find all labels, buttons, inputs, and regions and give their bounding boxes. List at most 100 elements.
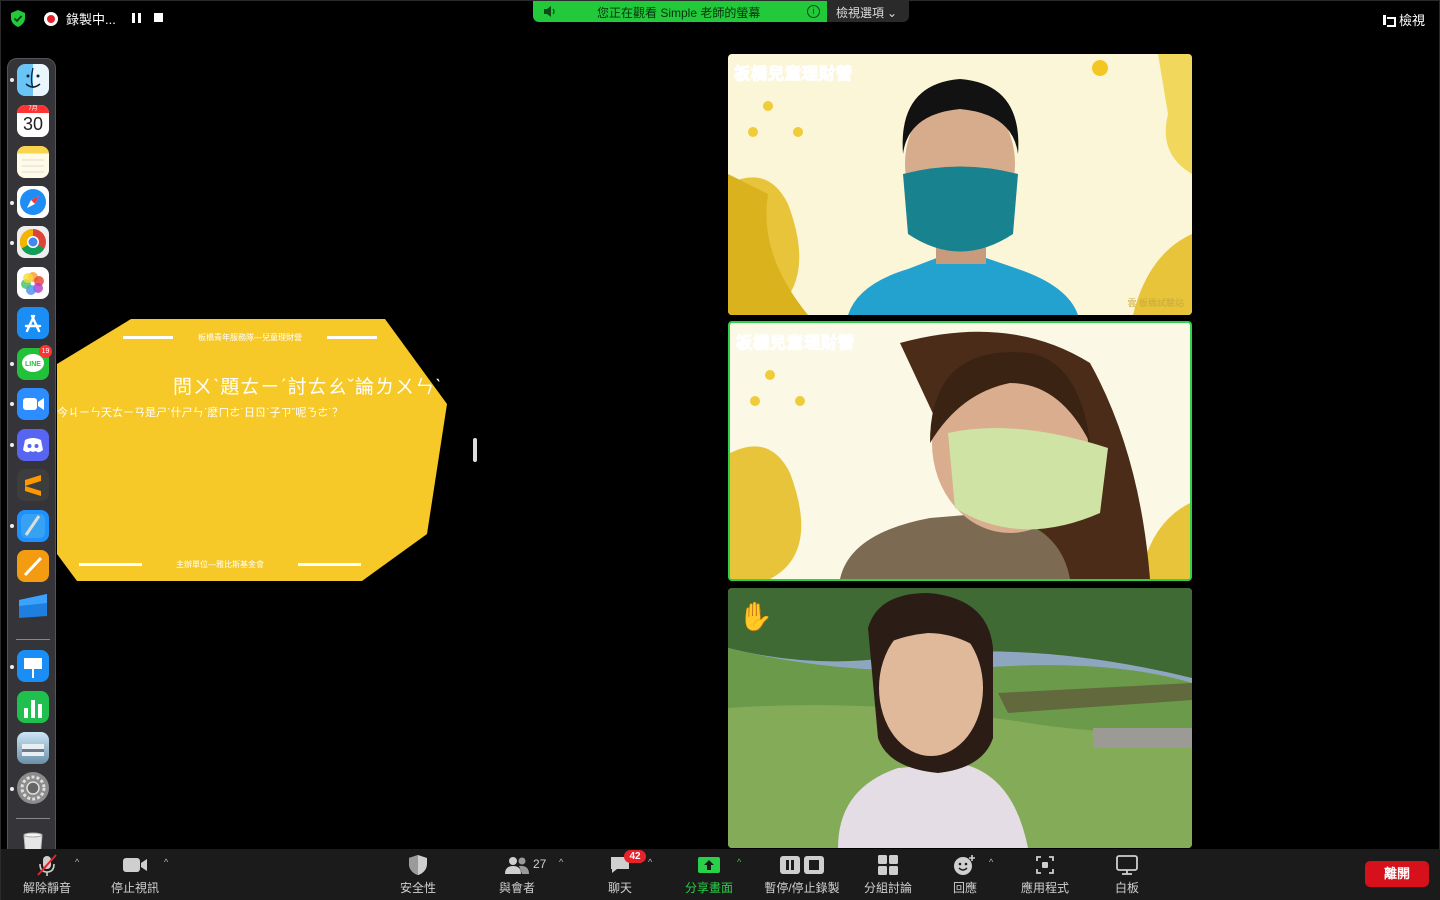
apps-icon — [1018, 853, 1072, 877]
discord-icon[interactable] — [17, 429, 49, 461]
share-options-caret-icon[interactable]: ^ — [737, 857, 745, 867]
dock-separator — [16, 818, 50, 819]
tile-corner-text: 雲 板橋試驗站 — [1127, 298, 1184, 308]
zoom-meeting-window: 錄製中... 您正在觀看 Simple 老師的螢幕 i 檢視選項 ⌄ 檢視 7月 … — [0, 0, 1440, 900]
apps-button[interactable]: 應用程式 — [1018, 853, 1072, 899]
muted-microphone-icon — [19, 853, 75, 877]
tile-banner-text: 板橋兒童理財營 — [735, 335, 856, 353]
apps-label: 應用程式 — [1020, 881, 1069, 895]
split-view-resize-handle[interactable] — [473, 438, 477, 462]
chat-options-caret-icon[interactable]: ^ — [648, 857, 656, 867]
tile-banner-text: 板橋兒童理財營 — [733, 66, 854, 84]
view-options-label: 檢視選項 — [836, 6, 885, 20]
window-manager-icon[interactable] — [17, 590, 49, 622]
numbers-icon[interactable] — [17, 691, 49, 723]
running-indicator — [10, 402, 14, 406]
security-label: 安全性 — [399, 881, 436, 895]
chat-label: 聊天 — [607, 881, 632, 895]
stop-video-button[interactable]: 停止視訊 — [107, 853, 163, 899]
active-speaker-video-tile[interactable]: 板橋兒童理財營 — [728, 321, 1192, 581]
share-banner-text: 您正在觀看 Simple 老師的螢幕 — [597, 6, 761, 20]
breakout-rooms-button[interactable]: 分組討論 — [861, 853, 915, 899]
view-options-button[interactable]: 檢視選項 ⌄ — [827, 1, 909, 22]
running-indicator — [10, 78, 14, 82]
notes-icon[interactable] — [17, 146, 49, 178]
recording-controls-label: 暫停/停止錄製 — [764, 881, 840, 895]
unmute-button[interactable]: 解除靜音 — [19, 853, 75, 899]
slide-header: 板橋青年服務隊—兒童理財營 — [123, 332, 377, 343]
meeting-controls-toolbar: 解除靜音 ^ 停止視訊 ^ 安全性 27 與會者 ^ 聊天 ^ 分享畫面 ^ 暫… — [1, 849, 1440, 900]
participants-count: 27 — [533, 857, 547, 871]
raised-hand-reaction: ✋ — [738, 601, 773, 632]
smiley-plus-icon — [948, 853, 982, 877]
pause-recording-icon[interactable] — [132, 13, 141, 23]
chrome-icon[interactable] — [17, 226, 49, 258]
preview-icon[interactable] — [17, 732, 49, 764]
whiteboard-button[interactable]: 白板 — [1111, 853, 1143, 899]
calendar-day: 30 — [22, 114, 44, 134]
slide-question: 今ㄐㄧㄣ天ㄊㄧㄢ是ㄕˋ什ㄕㄣˊ麼ㄇㄜ˙日ㄖˋ子ㄗˇ呢ㄋㄜ˙？ — [57, 407, 343, 419]
participants-icon: 27 — [493, 853, 546, 877]
slide-octagon-shape — [57, 319, 447, 581]
participant-video-tile[interactable]: ✋ — [728, 588, 1192, 848]
running-indicator — [10, 362, 14, 366]
shared-screen-slide — [57, 304, 471, 597]
pages-icon[interactable] — [17, 550, 49, 582]
slide-footer-text: 主辦單位—雅比斯基金會 — [176, 560, 264, 569]
keynote-icon[interactable] — [17, 650, 49, 682]
share-screen-button[interactable]: 分享畫面 — [683, 853, 735, 899]
breakout-rooms-icon — [861, 853, 915, 877]
participant-video-tile[interactable]: 板橋兒童理財營 雲 板橋試驗站 — [728, 54, 1192, 315]
app-store-icon[interactable] — [17, 307, 49, 339]
running-indicator — [10, 787, 14, 791]
slide-footer-rule — [79, 563, 142, 566]
top-bar: 錄製中... 您正在觀看 Simple 老師的螢幕 i 檢視選項 ⌄ 檢視 — [1, 1, 1440, 35]
share-screen-label: 分享畫面 — [684, 881, 733, 895]
stop-recording-icon[interactable] — [154, 13, 163, 22]
finder-icon[interactable] — [17, 64, 49, 96]
system-preferences-icon[interactable] — [17, 772, 49, 804]
slide-header-rule — [123, 336, 173, 339]
share-screen-icon — [683, 853, 735, 877]
reactions-options-caret-icon[interactable]: ^ — [989, 857, 997, 867]
participants-options-caret-icon[interactable]: ^ — [559, 857, 567, 867]
reactions-button[interactable]: 回應 — [948, 853, 982, 899]
xcode-icon[interactable] — [17, 510, 49, 542]
video-camera-icon — [107, 853, 163, 877]
sublime-text-icon[interactable] — [17, 469, 49, 501]
chevron-down-icon: ⌄ — [887, 6, 898, 20]
speaker-icon — [544, 6, 555, 17]
line-icon[interactable]: LINE 19 — [17, 345, 52, 380]
participants-label: 與會者 — [498, 881, 535, 895]
audio-options-caret-icon[interactable]: ^ — [75, 857, 83, 867]
dock-separator — [16, 639, 50, 640]
recording-label: 錄製中... — [66, 12, 116, 27]
stop-video-label: 停止視訊 — [110, 881, 159, 895]
line-badge: 19 — [39, 345, 52, 358]
pause-stop-recording-icon — [759, 853, 845, 877]
macos-dock: 7月 30 LINE 19 — [7, 58, 56, 870]
share-info-icon[interactable]: i — [807, 5, 820, 18]
view-button[interactable]: 檢視 — [1382, 10, 1425, 29]
calendar-icon[interactable]: 7月 30 — [17, 105, 49, 137]
recording-indicator: 錄製中... — [44, 10, 116, 27]
running-indicator — [10, 665, 14, 669]
pause-stop-recording-button[interactable]: 暫停/停止錄製 — [759, 853, 845, 899]
screen-share-banner: 您正在觀看 Simple 老師的螢幕 i — [533, 1, 827, 22]
slide-header-text: 板橋青年服務隊—兒童理財營 — [198, 333, 302, 342]
safari-icon[interactable] — [17, 186, 49, 218]
zoom-icon[interactable] — [17, 388, 49, 420]
calendar-month: 7月 — [17, 105, 49, 113]
participants-button[interactable]: 27 與會者 — [493, 853, 546, 899]
photos-icon[interactable] — [17, 267, 49, 299]
video-options-caret-icon[interactable]: ^ — [164, 857, 172, 867]
shield-check-icon[interactable] — [10, 10, 26, 27]
security-button[interactable]: 安全性 — [394, 853, 442, 899]
record-dot-icon — [44, 11, 58, 26]
slide-footer: 主辦單位—雅比斯基金會 — [79, 559, 361, 570]
chat-unread-badge: 42 — [624, 850, 646, 863]
view-layout-icon — [1382, 14, 1396, 27]
whiteboard-icon — [1111, 853, 1143, 877]
leave-meeting-button[interactable]: 離開 — [1365, 861, 1429, 887]
slide-title: 問ㄨˋ題ㄊㄧˊ討ㄊㄠˇ論ㄌㄨㄣˋ — [173, 377, 443, 398]
